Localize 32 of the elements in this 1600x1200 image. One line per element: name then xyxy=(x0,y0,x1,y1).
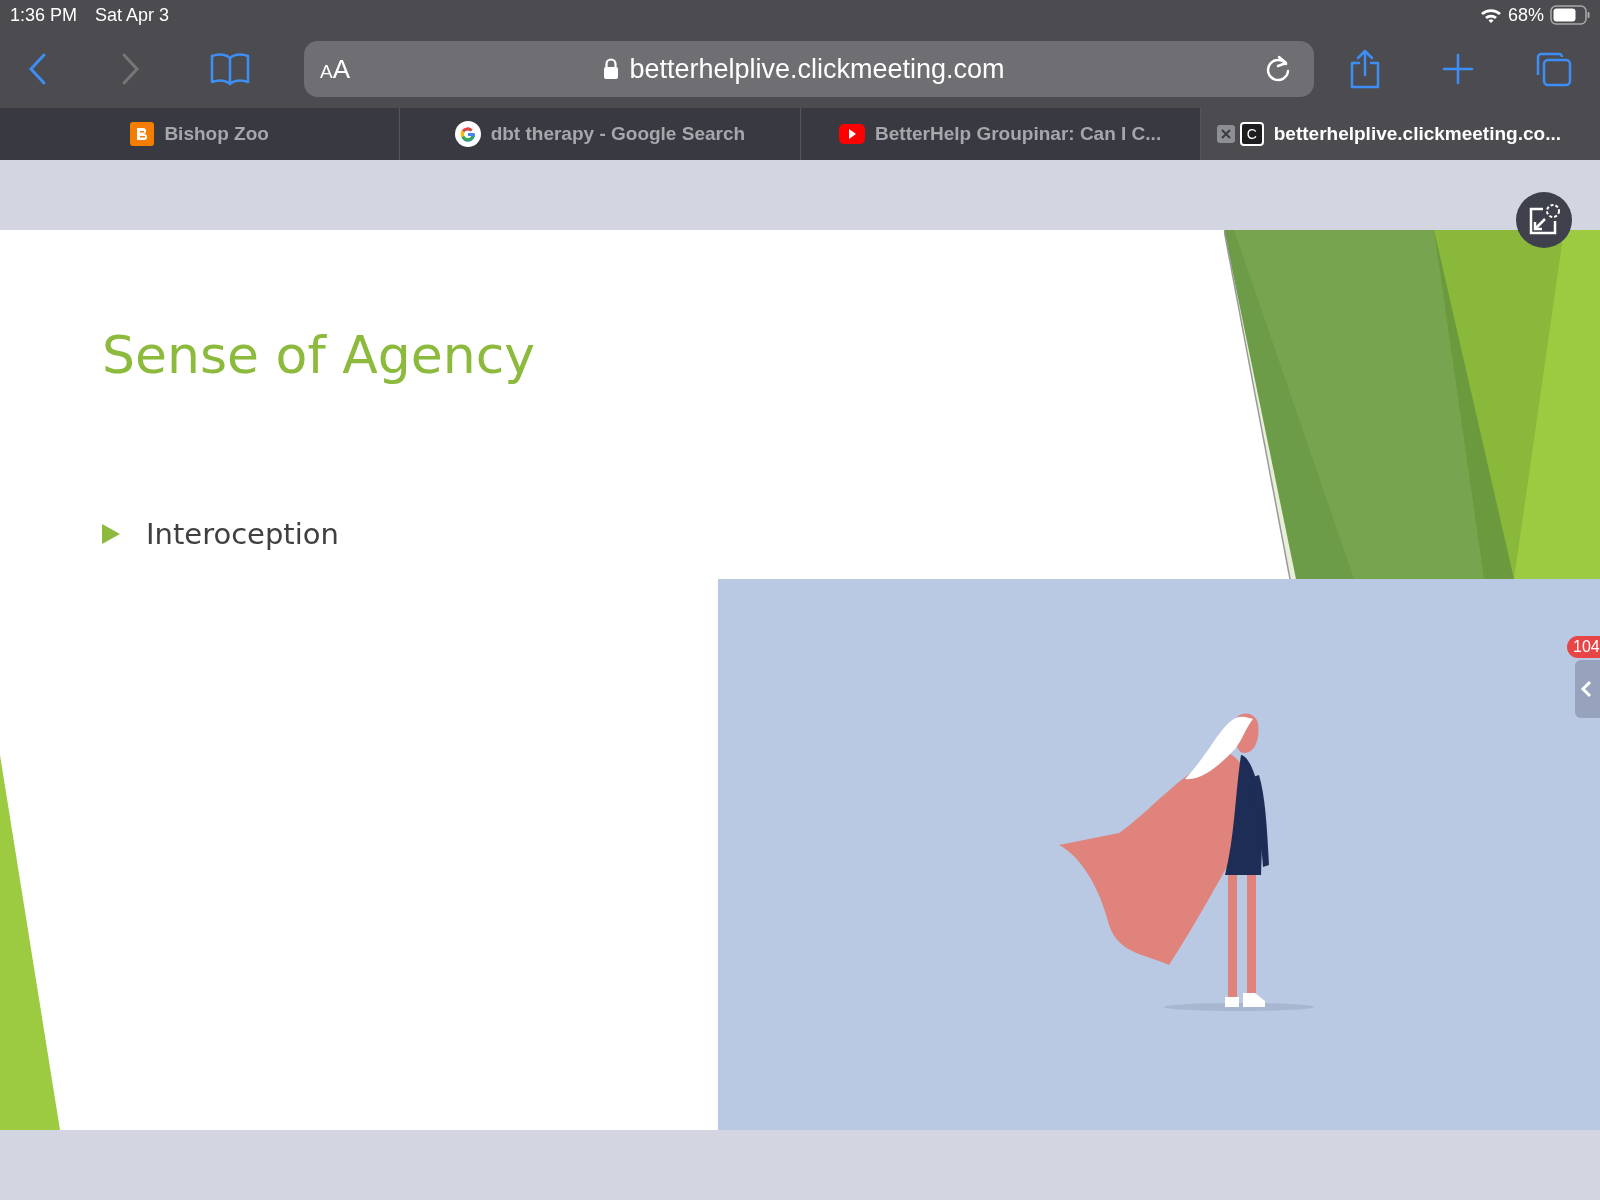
address-bar[interactable]: AA betterhelplive.clickmeeting.com xyxy=(304,41,1314,97)
battery-icon xyxy=(1550,5,1590,25)
reload-icon xyxy=(1264,54,1292,84)
tab-title: betterhelplive.clickmeeting.co... xyxy=(1273,123,1561,145)
exit-fullscreen-button[interactable] xyxy=(1516,192,1572,248)
chevron-left-icon xyxy=(1580,680,1592,698)
site-logo-icon: C xyxy=(1239,122,1264,146)
close-tab-icon[interactable] xyxy=(1216,125,1235,143)
browser-tab[interactable]: C betterhelplive.clickmeeting.co... xyxy=(1199,108,1600,160)
status-time: 1:36 PM xyxy=(10,4,78,26)
plus-icon xyxy=(1442,53,1474,85)
play-logo-icon xyxy=(839,124,866,144)
blogger-logo-icon xyxy=(130,122,155,146)
status-date: Sat Apr 3 xyxy=(95,4,170,26)
google-logo-icon xyxy=(454,121,481,147)
bullet-text: Interoception xyxy=(146,517,339,551)
overlapping-squares-icon xyxy=(1534,51,1572,87)
tab-title: Bishop Zoo xyxy=(164,123,269,145)
tab-title: dbt therapy - Google Search xyxy=(490,123,746,145)
tab-title: BetterHelp Groupinar: Can I C... xyxy=(875,123,1162,145)
wifi-icon xyxy=(1479,6,1502,24)
battery-percent: 68% xyxy=(1507,4,1544,26)
shrink-arrow-icon xyxy=(1527,203,1561,237)
notification-badge: 104 xyxy=(1567,636,1600,658)
slide-title: Sense of Agency xyxy=(102,325,536,385)
side-panel-tab[interactable] xyxy=(1575,660,1600,718)
lock-icon xyxy=(603,58,620,80)
bullet-triangle-icon xyxy=(102,524,120,544)
text-size-button[interactable]: AA xyxy=(320,53,351,85)
url-text: betterhelplive.clickmeeting.com xyxy=(629,53,1005,85)
book-icon xyxy=(210,52,250,86)
share-icon xyxy=(1348,49,1382,89)
